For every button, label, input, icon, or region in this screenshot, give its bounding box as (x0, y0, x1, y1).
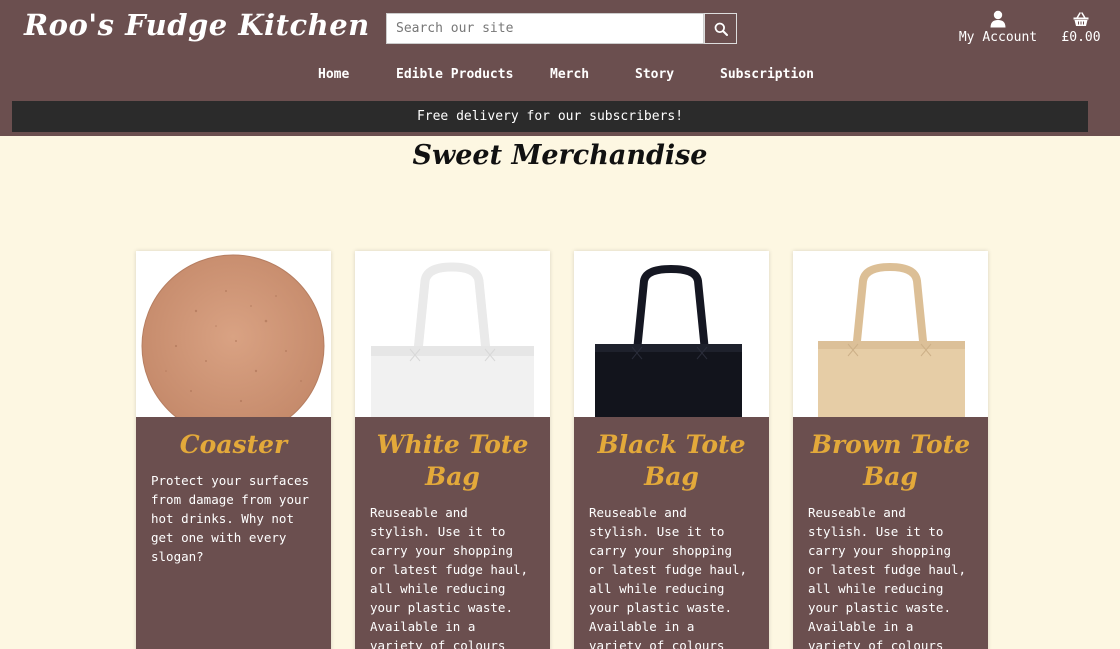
nav-item-merch[interactable]: Merch (550, 67, 589, 82)
account-link[interactable]: My Account (958, 8, 1038, 45)
basket-total: £0.00 (1061, 30, 1101, 45)
product-title: Brown Tote Bag (810, 430, 971, 491)
nav-item-home[interactable]: Home (318, 67, 349, 82)
product-image-coaster (136, 251, 331, 417)
product-card-black-tote[interactable]: Black Tote Bag Reuseable and stylish. Us… (574, 251, 769, 649)
product-card-coaster[interactable]: Coaster Protect your surfaces from damag… (136, 251, 331, 649)
main-nav: Home Edible Products Merch Story Subscri… (0, 67, 1120, 87)
basket-icon (1073, 11, 1089, 26)
product-title: Black Tote Bag (597, 430, 746, 491)
product-image-brown-tote (793, 251, 988, 417)
search-input[interactable] (386, 13, 704, 44)
product-description: Protect your surfaces from damage from y… (151, 473, 310, 564)
search-button[interactable] (704, 13, 737, 44)
nav-item-story[interactable]: Story (635, 67, 674, 82)
product-description: Reuseable and stylish. Use it to carry y… (589, 505, 748, 649)
product-description: Reuseable and stylish. Use it to carry y… (370, 505, 529, 649)
site-logo[interactable]: Roo's Fudge Kitchen (24, 8, 370, 42)
site-header: Roo's Fudge Kitchen My Account (0, 0, 1120, 136)
basket-link[interactable]: £0.00 (1058, 8, 1104, 45)
page-title: Sweet Merchandise (412, 140, 708, 171)
product-title: White Tote Bag (376, 430, 529, 491)
search-form (386, 13, 737, 44)
product-description: Reuseable and stylish. Use it to carry y… (808, 505, 967, 649)
delivery-banner: Free delivery for our subscribers! (12, 101, 1088, 132)
nav-item-subscription[interactable]: Subscription (720, 67, 814, 82)
user-icon (990, 10, 1006, 28)
product-title: Coaster (179, 430, 288, 459)
product-card-white-tote[interactable]: White Tote Bag Reuseable and stylish. Us… (355, 251, 550, 649)
nav-item-edible-products[interactable]: Edible Products (396, 67, 513, 82)
product-card-brown-tote[interactable]: Brown Tote Bag Reuseable and stylish. Us… (793, 251, 988, 649)
product-image-black-tote (574, 251, 769, 417)
search-icon (714, 22, 728, 36)
product-image-white-tote (355, 251, 550, 417)
account-label: My Account (958, 30, 1038, 45)
